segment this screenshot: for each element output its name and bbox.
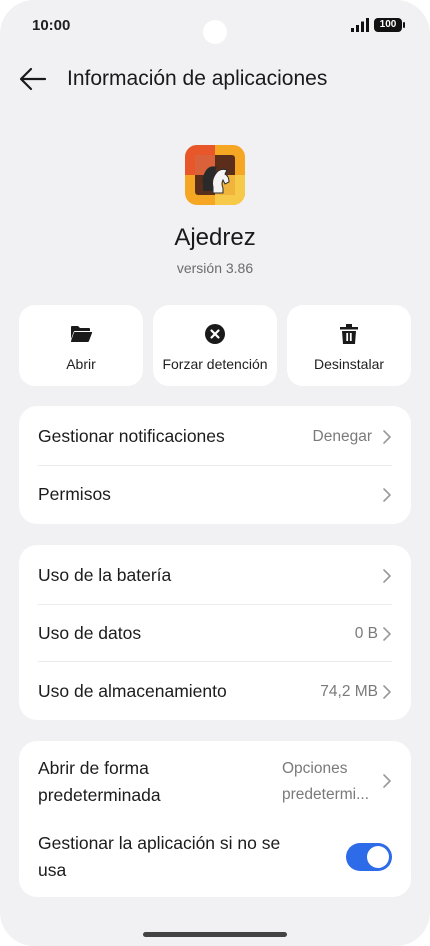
storage-usage-value: 74,2 MB [320,683,378,700]
signal-icon [351,18,369,32]
chevron-right-icon [383,488,391,502]
app-bar: Información de aplicaciones [0,58,430,102]
open-by-default-label-line2: predeterminada [38,785,161,805]
force-stop-button[interactable]: Forzar detención [153,305,277,386]
page-title: Información de aplicaciones [67,67,328,90]
open-by-default-label: Abrir de forma predeterminada [38,755,161,809]
notifications-card: Gestionar notificaciones Denegar Permiso… [19,406,411,524]
force-stop-label: Forzar detención [162,356,268,372]
uninstall-button[interactable]: Desinstalar [287,305,411,386]
chevron-right-icon [383,430,391,444]
manage-unused-app-toggle[interactable] [346,843,392,871]
open-button[interactable]: Abrir [19,305,143,386]
open-by-default-value: Opciones predetermi... [282,756,369,808]
usage-card: Uso de la batería Uso de datos 0 B Uso d… [19,545,411,720]
open-by-default-value-line2: predetermi... [282,786,370,803]
data-usage-label: Uso de datos [38,623,142,643]
defaults-card: Abrir de forma predeterminada Opciones p… [19,741,411,897]
status-time: 10:00 [32,17,71,34]
manage-unused-app-row: Gestionar la aplicación si no se usa [38,823,392,897]
toggle-knob [367,846,389,868]
action-buttons: Abrir Forzar detención Desinstalar [19,305,411,386]
battery-usage-label: Uso de la batería [38,565,172,585]
folder-open-icon [70,326,93,342]
open-by-default-value-line1: Opciones [282,760,348,777]
storage-usage-label: Uso de almacenamiento [38,681,227,701]
manage-notifications-value: Denegar [312,428,372,445]
chevron-right-icon [383,627,391,641]
chevron-right-icon [383,774,391,788]
open-label: Abrir [66,356,96,372]
trash-icon [340,324,358,344]
manage-notifications-row[interactable]: Gestionar notificaciones Denegar [38,406,392,465]
phone-screen: 10:00 100 Información de aplicaciones Aj… [0,0,430,946]
permissions-row[interactable]: Permisos [38,466,392,524]
camera-cutout [203,20,227,44]
stop-circle-icon [205,324,225,344]
uninstall-label: Desinstalar [313,356,385,372]
back-arrow-icon[interactable] [18,66,48,92]
status-bar: 10:00 100 [0,0,430,52]
permissions-label: Permisos [38,484,111,504]
open-by-default-label-line1: Abrir de forma [38,758,149,778]
data-usage-value: 0 B [354,625,378,642]
manage-unused-app-label: Gestionar la aplicación si no se usa [38,830,280,884]
storage-usage-row[interactable]: Uso de almacenamiento 74,2 MB [38,662,392,720]
chevron-right-icon [383,569,391,583]
home-indicator[interactable] [143,932,287,937]
app-version: versión 3.86 [176,260,254,276]
battery-icon: 100 [374,18,405,32]
manage-unused-app-label-line2: usa [38,860,67,880]
chevron-right-icon [383,685,391,699]
data-usage-row[interactable]: Uso de datos 0 B [38,605,392,661]
manage-unused-app-label-line1: Gestionar la aplicación si no se [38,833,281,853]
manage-notifications-label: Gestionar notificaciones [38,426,225,446]
app-name: Ajedrez [174,224,256,251]
open-by-default-row[interactable]: Abrir de forma predeterminada Opciones p… [38,741,392,823]
chess-app-icon [185,145,245,205]
battery-usage-row[interactable]: Uso de la batería [38,545,392,604]
